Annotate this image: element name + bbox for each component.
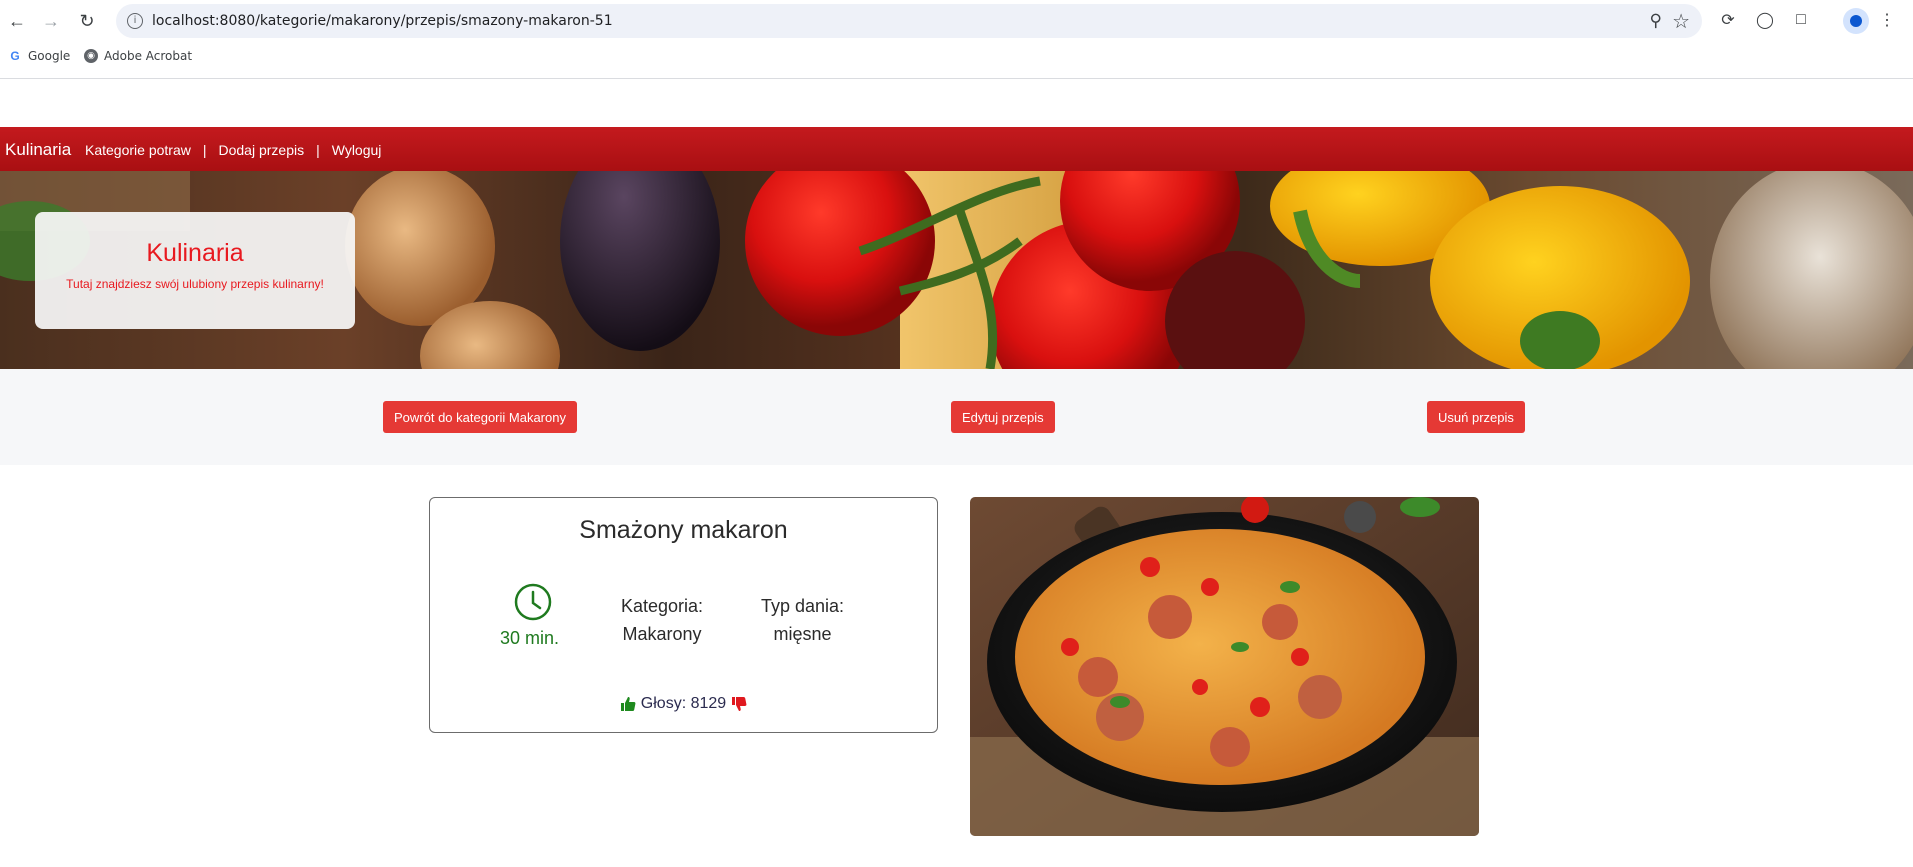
bookmark-label: Adobe Acrobat bbox=[104, 49, 193, 63]
globe-icon: ◉ bbox=[84, 49, 98, 63]
profile-avatar[interactable] bbox=[1843, 8, 1869, 34]
votes-count: Głosy: 8129 bbox=[640, 695, 727, 712]
edit-recipe-button[interactable]: Edytuj przepis bbox=[951, 401, 1055, 433]
bookmark-google[interactable]: G Google bbox=[8, 49, 70, 63]
nav-links: Kategorie potraw | Dodaj przepis | Wylog… bbox=[85, 142, 381, 158]
category-value: Makarony bbox=[622, 624, 702, 644]
extensions-puzzle-icon[interactable]: □ bbox=[1791, 10, 1811, 30]
nav-link-dodaj-przepis[interactable]: Dodaj przepis bbox=[218, 142, 304, 158]
site-navbar: Kulinaria Kategorie potraw | Dodaj przep… bbox=[0, 127, 1913, 171]
thumbs-down-icon[interactable] bbox=[731, 696, 747, 712]
hero-banner: Kulinaria Tutaj znajdziesz swój ulubiony… bbox=[0, 171, 1913, 369]
recipe-photo bbox=[970, 497, 1479, 836]
fried-pasta-image bbox=[970, 497, 1479, 836]
bookmark-star-icon[interactable]: ☆ bbox=[1672, 9, 1690, 34]
back-arrow-icon[interactable]: ← bbox=[4, 8, 30, 34]
hero-title: Kulinaria bbox=[146, 239, 244, 267]
navbar-brand[interactable]: Kulinaria bbox=[5, 140, 71, 160]
bookmark-adobe-acrobat[interactable]: ◉ Adobe Acrobat bbox=[84, 49, 192, 63]
hero-card: Kulinaria Tutaj znajdziesz swój ulubiony… bbox=[35, 212, 355, 329]
nav-separator: | bbox=[202, 142, 207, 158]
sync-icon[interactable]: ⟳ bbox=[1718, 10, 1738, 30]
recipe-title: Smażony makaron bbox=[579, 516, 788, 544]
hero-subtitle: Tutaj znajdziesz swój ulubiony przepis k… bbox=[66, 277, 324, 291]
extension-circle-icon[interactable]: ◯ bbox=[1755, 10, 1775, 30]
clock-icon bbox=[514, 583, 552, 621]
address-bar[interactable]: i localhost:8080/kategorie/makarony/prze… bbox=[116, 4, 1702, 38]
browser-toolbar: ← → ↻ i localhost:8080/kategorie/makaron… bbox=[0, 0, 1913, 42]
reload-icon[interactable]: ↻ bbox=[74, 8, 100, 34]
site-info-icon[interactable]: i bbox=[127, 13, 143, 29]
category-label: Kategoria: bbox=[621, 596, 704, 616]
nav-link-kategorie[interactable]: Kategorie potraw bbox=[85, 142, 191, 158]
dish-type-label: Typ dania: bbox=[761, 596, 845, 616]
delete-recipe-button[interactable]: Usuń przepis bbox=[1427, 401, 1525, 433]
dish-type-info: Typ dania: mięsne bbox=[761, 592, 844, 648]
votes-row: Głosy: 8129 bbox=[430, 695, 937, 713]
prep-time: 30 min. bbox=[500, 628, 560, 648]
url-text[interactable]: localhost:8080/kategorie/makarony/przepi… bbox=[152, 13, 613, 29]
chrome-divider bbox=[0, 78, 1913, 79]
thumbs-up-icon[interactable] bbox=[620, 696, 636, 712]
bookmark-label: Google bbox=[28, 49, 71, 63]
nav-separator: | bbox=[316, 142, 320, 158]
bookmarks-bar: G Google ◉ Adobe Acrobat bbox=[0, 44, 1913, 70]
recipe-card: Smażony makaron 30 min. Kategoria: Makar… bbox=[429, 497, 938, 733]
google-icon: G bbox=[10, 49, 20, 63]
back-to-category-button[interactable]: Powrót do kategorii Makarony bbox=[383, 401, 577, 433]
menu-dots-icon[interactable]: ⋮ bbox=[1877, 10, 1897, 30]
category-info: Kategoria: Makarony bbox=[621, 592, 703, 648]
recipe-actions-bar: Powrót do kategorii Makarony Edytuj prze… bbox=[0, 369, 1913, 465]
dish-type-value: mięsne bbox=[773, 624, 832, 644]
nav-link-wyloguj[interactable]: Wyloguj bbox=[332, 142, 382, 158]
zoom-icon[interactable]: ⚲ bbox=[1650, 11, 1662, 31]
forward-arrow-icon[interactable]: → bbox=[38, 8, 64, 34]
